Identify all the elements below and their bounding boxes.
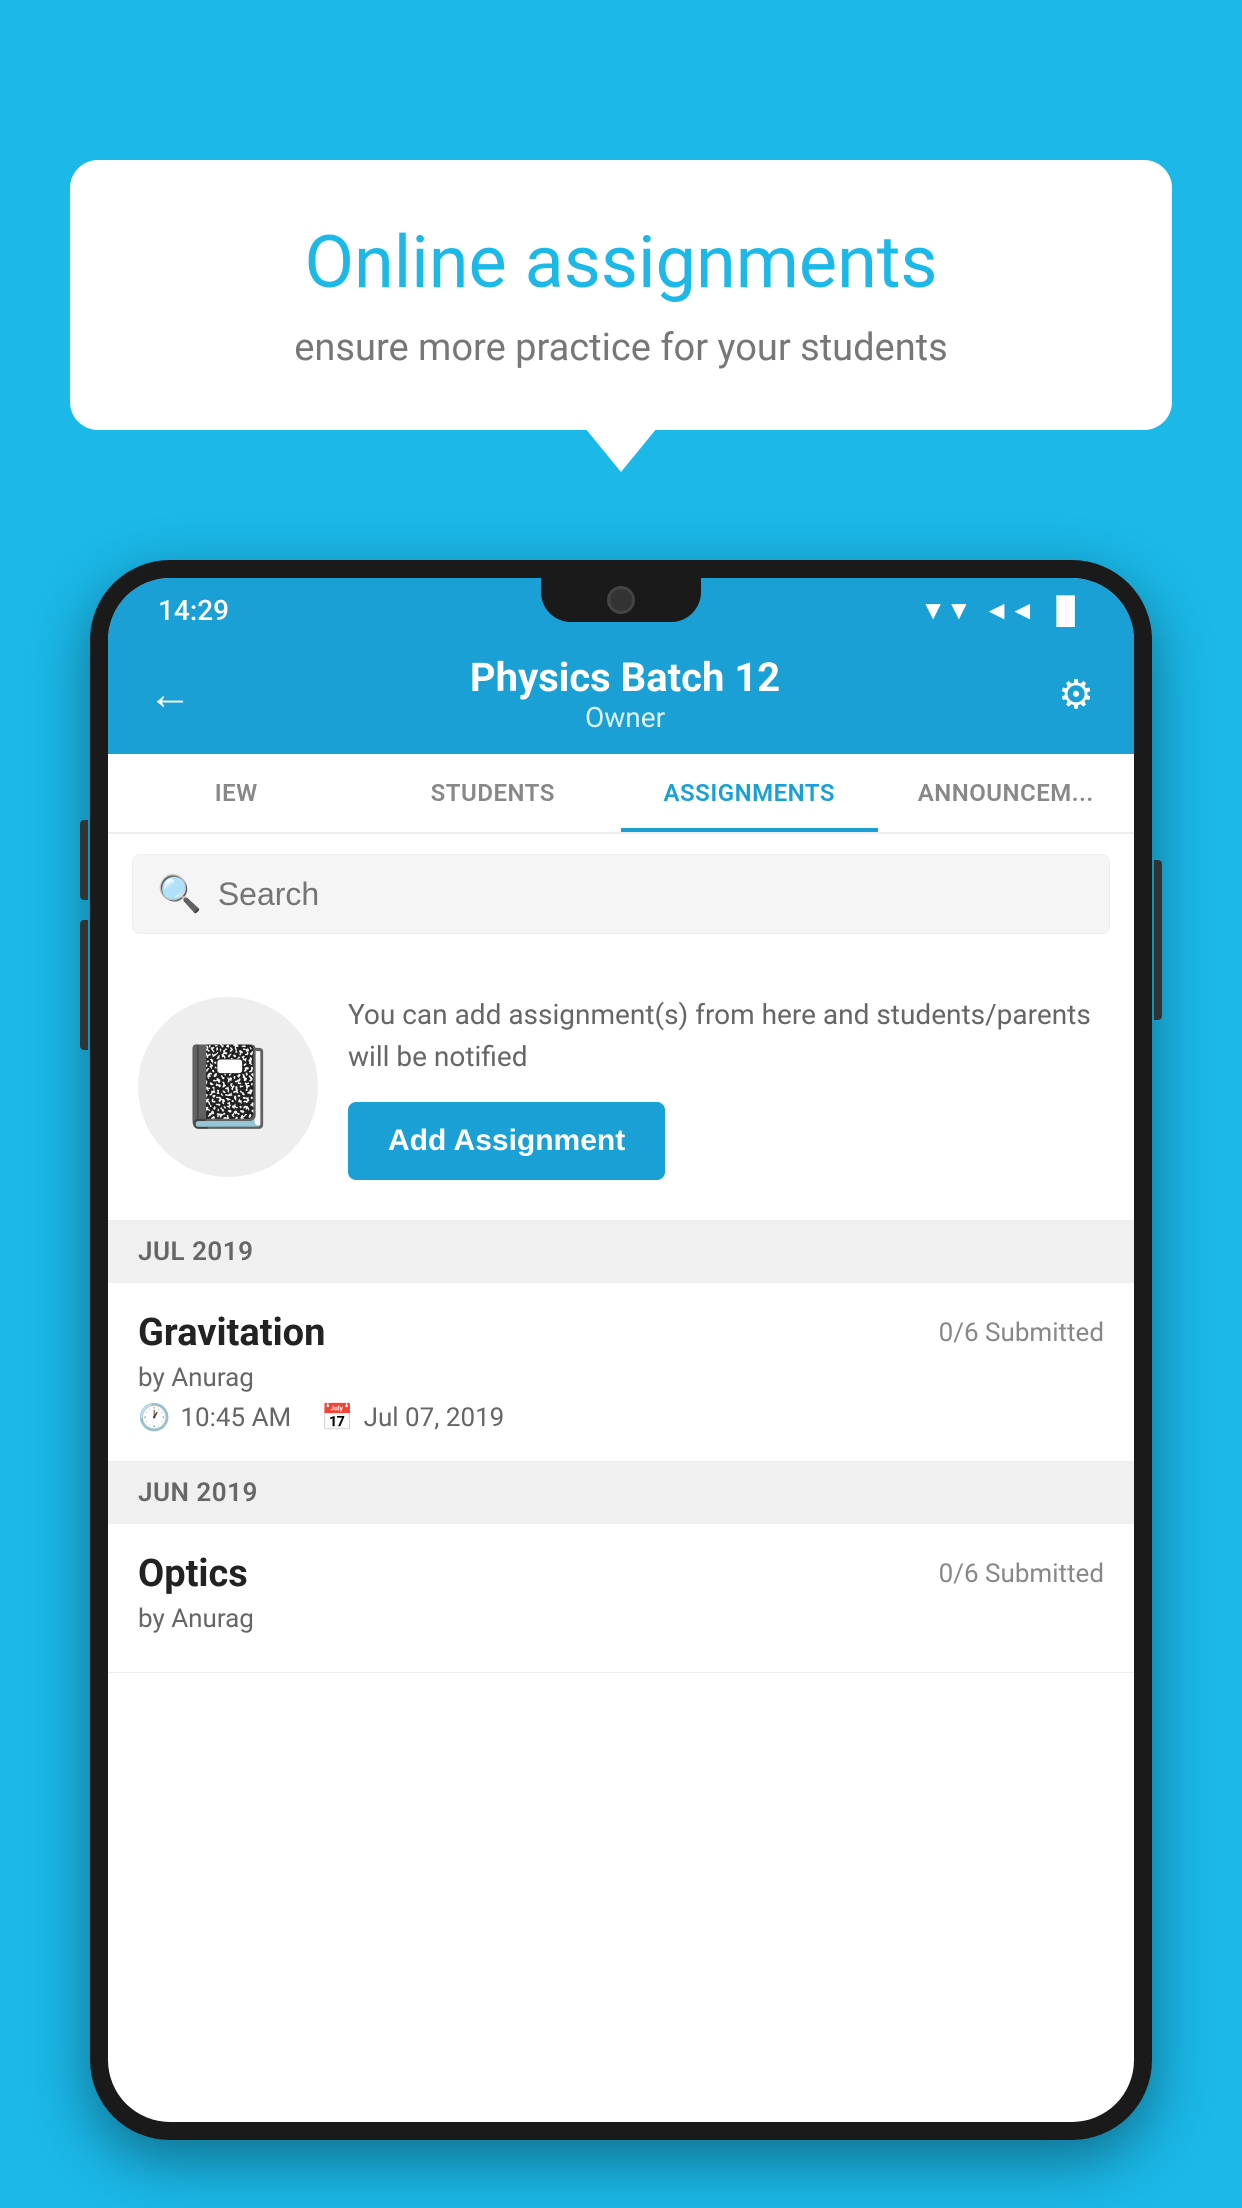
speech-bubble: Online assignments ensure more practice … bbox=[70, 160, 1172, 430]
search-input-wrapper: 🔍 bbox=[132, 854, 1110, 934]
wifi-icon: ▼▼ bbox=[920, 595, 971, 626]
speech-bubble-subtitle: ensure more practice for your students bbox=[150, 326, 1092, 370]
assignment-by: by Anurag bbox=[138, 1363, 1104, 1393]
clock-icon: 🕐 bbox=[138, 1403, 170, 1433]
search-icon: 🔍 bbox=[157, 873, 202, 915]
tab-iew[interactable]: IEW bbox=[108, 754, 365, 832]
assignment-item-optics[interactable]: Optics 0/6 Submitted by Anurag bbox=[108, 1524, 1134, 1673]
assignment-submitted: 0/6 Submitted bbox=[939, 1318, 1104, 1348]
settings-button[interactable]: ⚙ bbox=[1058, 671, 1094, 718]
phone-outer: 14:29 ▼▼ ◄◄ ▐▌ ← Physics Batch 12 Owner … bbox=[90, 560, 1152, 2140]
app-header: ← Physics Batch 12 Owner ⚙ bbox=[108, 634, 1134, 754]
assignment-top-row: Gravitation 0/6 Submitted bbox=[138, 1311, 1104, 1355]
assignment-meta: 🕐 10:45 AM 📅 Jul 07, 2019 bbox=[138, 1403, 1104, 1433]
header-subtitle: Owner bbox=[470, 701, 780, 734]
side-button-power bbox=[1154, 860, 1162, 1020]
assignment-submitted-optics: 0/6 Submitted bbox=[939, 1559, 1104, 1589]
status-time: 14:29 bbox=[158, 594, 229, 627]
search-input[interactable] bbox=[218, 876, 1085, 913]
empty-text-area: You can add assignment(s) from here and … bbox=[348, 994, 1104, 1180]
side-button-vol-down bbox=[80, 920, 88, 1050]
empty-state-card: 📓 You can add assignment(s) from here an… bbox=[108, 954, 1134, 1221]
empty-description: You can add assignment(s) from here and … bbox=[348, 994, 1104, 1078]
header-title: Physics Batch 12 bbox=[470, 654, 780, 701]
empty-icon-circle: 📓 bbox=[138, 997, 318, 1177]
phone-notch bbox=[541, 578, 701, 622]
tab-announcements[interactable]: ANNOUNCEM... bbox=[878, 754, 1135, 832]
phone-wrapper: 14:29 ▼▼ ◄◄ ▐▌ ← Physics Batch 12 Owner … bbox=[90, 560, 1152, 2208]
back-button[interactable]: ← bbox=[148, 668, 192, 720]
search-container: 🔍 bbox=[108, 834, 1134, 954]
speech-bubble-title: Online assignments bbox=[150, 220, 1092, 306]
tabs-bar: IEW STUDENTS ASSIGNMENTS ANNOUNCEM... bbox=[108, 754, 1134, 834]
add-assignment-button[interactable]: Add Assignment bbox=[348, 1102, 665, 1180]
assignment-time: 🕐 10:45 AM bbox=[138, 1403, 291, 1433]
speech-bubble-container: Online assignments ensure more practice … bbox=[70, 160, 1172, 430]
assignment-item-gravitation[interactable]: Gravitation 0/6 Submitted by Anurag 🕐 10… bbox=[108, 1283, 1134, 1462]
header-center: Physics Batch 12 Owner bbox=[470, 654, 780, 734]
status-icons: ▼▼ ◄◄ ▐▌ bbox=[920, 595, 1084, 626]
front-camera bbox=[607, 586, 635, 614]
calendar-icon: 📅 bbox=[321, 1403, 353, 1433]
battery-icon: ▐▌ bbox=[1047, 595, 1084, 626]
tab-assignments[interactable]: ASSIGNMENTS bbox=[621, 754, 878, 832]
section-header-jul: JUL 2019 bbox=[108, 1221, 1134, 1283]
section-header-jun: JUN 2019 bbox=[108, 1462, 1134, 1524]
assignment-name: Gravitation bbox=[138, 1311, 325, 1355]
assignment-by-optics: by Anurag bbox=[138, 1604, 1104, 1634]
notebook-icon: 📓 bbox=[178, 1040, 278, 1134]
assignment-name-optics: Optics bbox=[138, 1552, 248, 1596]
assignment-date: 📅 Jul 07, 2019 bbox=[321, 1403, 504, 1433]
tab-students[interactable]: STUDENTS bbox=[365, 754, 622, 832]
signal-icon: ◄◄ bbox=[984, 595, 1035, 626]
phone-screen: 14:29 ▼▼ ◄◄ ▐▌ ← Physics Batch 12 Owner … bbox=[108, 578, 1134, 2122]
assignment-top-row-optics: Optics 0/6 Submitted bbox=[138, 1552, 1104, 1596]
side-button-vol-up bbox=[80, 820, 88, 900]
